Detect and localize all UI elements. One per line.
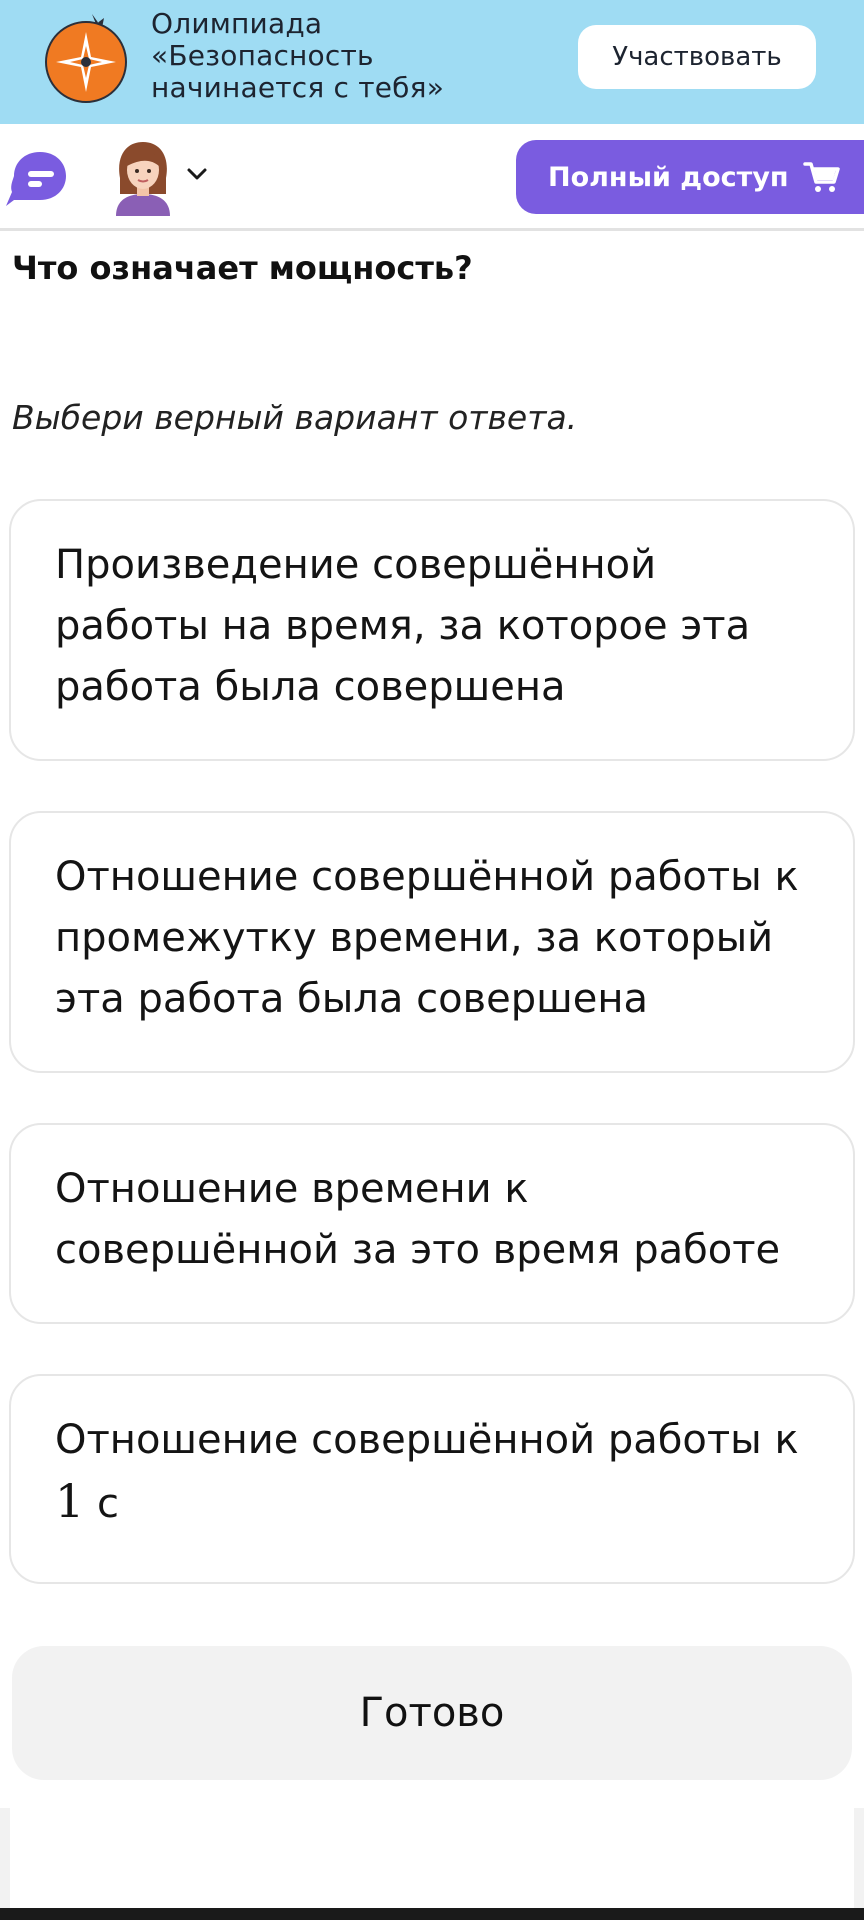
answer-option-2[interactable]: Отношение совершённой работы к промежутк… [9,811,855,1073]
answer-option-text: Отношение совершённой работы к промежутк… [55,847,823,1030]
system-bottom-bar [0,1908,864,1920]
banner-title-line: Олимпиада [151,7,323,40]
answer-option-4[interactable]: Отношение совершённой работы к 1 с [9,1374,855,1584]
bottom-gutter-left [0,1808,10,1912]
done-button[interactable]: Готово [12,1646,852,1780]
top-bar: Полный доступ [0,124,864,228]
bottom-area [0,1808,864,1920]
answer-line: Произведение совершённой [55,542,657,588]
answer-line: эта работа была совершена [55,976,649,1022]
chat-bubble-icon[interactable] [4,146,68,208]
banner-title-line: начинается с тебя» [151,71,445,104]
question-title: Что означает мощность? [12,249,473,287]
olympiad-banner: Олимпиада «Безопасность начинается с теб… [0,0,864,124]
answer-formula: 1 с [55,1471,823,1535]
banner-title: Олимпиада «Безопасность начинается с теб… [151,8,571,104]
full-access-label: Полный доступ [548,161,789,193]
formula-unit: с [97,1481,119,1527]
top-bar-divider [0,228,864,231]
answer-line: работа была совершена [55,664,566,710]
answer-line: Отношение совершённой работы к [55,1417,799,1463]
user-avatar-icon[interactable] [112,138,174,216]
banner-title-line: «Безопасность [151,39,374,72]
shopping-cart-icon [802,162,840,192]
full-access-button[interactable]: Полный доступ [516,140,864,214]
answer-line: промежутку времени, за который [55,915,774,961]
bottom-gutter-right [854,1808,864,1912]
formula-number: 1 [55,1474,85,1528]
answer-option-text: Произведение совершённой работы на время… [55,535,823,718]
answer-option-text: Отношение совершённой работы к 1 с [55,1410,823,1535]
chevron-down-icon[interactable] [186,166,208,182]
participate-button[interactable]: Участвовать [578,25,816,89]
answer-option-text: Отношение времени к совершённой за это в… [55,1159,823,1281]
answer-line: работы на время, за которое эта [55,603,751,649]
compass-star-icon [45,14,127,103]
answer-line: Отношение времени к [55,1166,529,1212]
answer-option-1[interactable]: Произведение совершённой работы на время… [9,499,855,761]
answer-line: Отношение совершённой работы к [55,854,799,900]
answer-option-3[interactable]: Отношение времени к совершённой за это в… [9,1123,855,1324]
question-hint: Выбери верный вариант ответа. [12,398,578,437]
answer-line: совершённой за это время работе [55,1227,781,1273]
